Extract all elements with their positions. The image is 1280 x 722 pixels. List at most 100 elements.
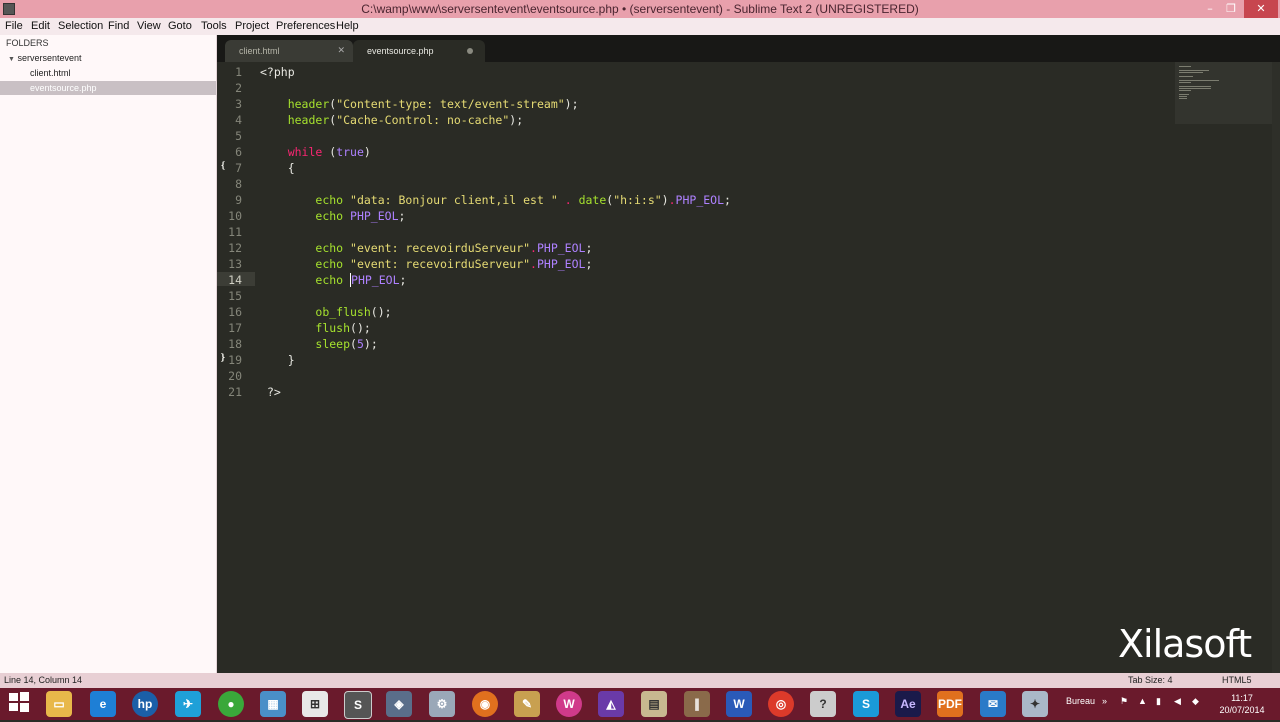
network-status-icon[interactable]: ▲ [1138, 696, 1147, 706]
menu-find[interactable]: Find [108, 20, 129, 32]
chrome-icon[interactable]: ◎ [768, 691, 794, 717]
files-icon[interactable]: ▤ [641, 691, 667, 717]
line-number: 15 [228, 289, 242, 303]
menu-file[interactable]: File [5, 20, 23, 32]
menu-selection[interactable]: Selection [58, 20, 103, 32]
line-number: 3 [235, 97, 242, 111]
menu-help[interactable]: Help [336, 20, 359, 32]
maximize-button[interactable]: ❐ [1218, 0, 1244, 18]
line-number: 2 [235, 81, 242, 95]
code-fn-call: header [287, 97, 330, 111]
sidebar: FOLDERS ▼ serversentevent client.html ev… [0, 35, 217, 673]
php-open-tag: <?php [260, 65, 295, 79]
code-fn-call: date [578, 193, 607, 207]
line-number: 16 [228, 305, 242, 319]
wamp-icon[interactable]: W [556, 691, 582, 717]
code-line-6: while (true) [287, 145, 371, 159]
firefox-icon[interactable]: ◉ [472, 691, 498, 717]
word-icon[interactable]: W [726, 691, 752, 717]
menu-preferences[interactable]: Preferences [276, 20, 335, 32]
volume-icon[interactable]: ◀ [1174, 696, 1181, 707]
menu-project[interactable]: Project [235, 20, 269, 32]
close-button[interactable]: ✕ [1244, 0, 1278, 18]
menu-goto[interactable]: Goto [168, 20, 192, 32]
network-icon[interactable]: ▦ [260, 691, 286, 717]
clock-date: 20/07/2014 [1219, 705, 1265, 715]
code-string: "event: recevoirduServeur" [350, 241, 531, 255]
code-constant: PHP_EOL [675, 193, 725, 207]
virtualbox-icon[interactable]: ◈ [386, 691, 412, 717]
code-line-17: flush(); [315, 321, 371, 335]
after-effects-icon[interactable]: Ae [895, 691, 921, 717]
tray-expand-icon[interactable]: » [1102, 696, 1107, 706]
line-number: 17 [228, 321, 242, 335]
unsaved-dot-icon[interactable] [467, 48, 473, 54]
language-icon[interactable]: ◆ [1192, 696, 1199, 707]
code-line-10: echo PHP_EOL; [315, 209, 406, 223]
library-icon[interactable]: ∥ [684, 691, 710, 717]
file-explorer-icon[interactable]: ▭ [46, 691, 72, 717]
menu-view[interactable]: View [137, 20, 161, 32]
line-number: 4 [235, 113, 242, 127]
taskbar: ▭ e hp ✈ ● ▦ ⊞ S ◈ ⚙ ◉ ✎ W ◭ ▤ ∥ W ◎ ? S… [0, 688, 1280, 720]
control-panel-icon[interactable]: ✦ [1022, 691, 1048, 717]
code-constant: PHP_EOL [350, 209, 399, 223]
hp-icon[interactable]: hp [132, 691, 158, 717]
folder-serversentevent[interactable]: ▼ serversentevent [8, 53, 82, 63]
code-line-1: <?php [260, 65, 295, 79]
code-editor[interactable]: ❴ ❵ 1 2 3 4 5 6 7 8 9 10 11 12 13 14 15 … [217, 62, 1280, 673]
line-number: 21 [228, 385, 242, 399]
flag-icon[interactable]: ⚑ [1120, 696, 1128, 707]
clock[interactable]: 11:17 20/07/2014 [1212, 692, 1272, 716]
code-line-14: echo PHP_EOL; [315, 273, 407, 287]
green-app-icon[interactable]: ● [218, 691, 244, 717]
visual-studio-icon[interactable]: ◭ [598, 691, 624, 717]
tools-icon[interactable]: ✎ [514, 691, 540, 717]
code-echo: echo [315, 209, 344, 223]
vertical-scrollbar[interactable] [1272, 62, 1280, 673]
folders-header: FOLDERS [6, 38, 49, 48]
internet-explorer-icon[interactable]: e [90, 691, 116, 717]
code-fn-call: ob_flush [315, 305, 371, 319]
code-line-4: header("Cache-Control: no-cache"); [287, 113, 524, 127]
sidebar-file-client-html[interactable]: client.html [30, 68, 71, 78]
code-line-7: { [260, 161, 295, 175]
code-string: "data: Bonjour client,il est " [350, 193, 558, 207]
menu-edit[interactable]: Edit [31, 20, 50, 32]
line-number: 20 [228, 369, 242, 383]
start-icon[interactable] [6, 691, 32, 717]
code-echo: echo [315, 257, 344, 271]
battery-icon[interactable]: ▮ [1156, 696, 1161, 707]
menu-bar: File Edit Selection Find View Goto Tools… [0, 18, 1280, 35]
settings-icon[interactable]: ⚙ [429, 691, 455, 717]
tab-label: client.html [239, 46, 280, 56]
sidebar-file-eventsource-php[interactable]: eventsource.php [30, 83, 97, 93]
line-number: 7 [235, 161, 242, 175]
code-number: 5 [356, 337, 364, 351]
close-tab-icon[interactable]: ✕ [337, 45, 345, 56]
clock-time: 11:17 [1231, 693, 1253, 703]
tray-label[interactable]: Bureau [1066, 696, 1095, 706]
pdf-icon[interactable]: PDF [937, 691, 963, 717]
sublime-text-icon[interactable]: S [344, 691, 372, 719]
tab-size-selector[interactable]: Tab Size: 4 [1128, 675, 1173, 685]
code-keyword: while [287, 145, 323, 159]
code-brace: } [287, 353, 295, 367]
code-constant: PHP_EOL [536, 257, 586, 271]
sharepoint-icon[interactable]: ✈ [175, 691, 201, 717]
skype-icon[interactable]: S [853, 691, 879, 717]
code-line-18: sleep(5); [315, 337, 378, 351]
thunderbird-icon[interactable]: ✉ [980, 691, 1006, 717]
code-constant: PHP_EOL [536, 241, 586, 255]
tab-client-html[interactable]: client.html ✕ [225, 40, 353, 62]
help-icon[interactable]: ? [810, 691, 836, 717]
tab-bar: client.html ✕ eventsource.php [217, 35, 1280, 62]
syntax-selector[interactable]: HTML5 [1222, 675, 1252, 685]
disclosure-triangle-icon[interactable]: ▼ [8, 56, 15, 63]
line-number: 13 [228, 257, 242, 271]
minimap[interactable] [1175, 62, 1280, 124]
menu-tools[interactable]: Tools [201, 20, 227, 32]
tab-eventsource-php[interactable]: eventsource.php [353, 40, 485, 62]
apps-grid-icon[interactable]: ⊞ [302, 691, 328, 717]
line-number: 11 [228, 225, 242, 239]
